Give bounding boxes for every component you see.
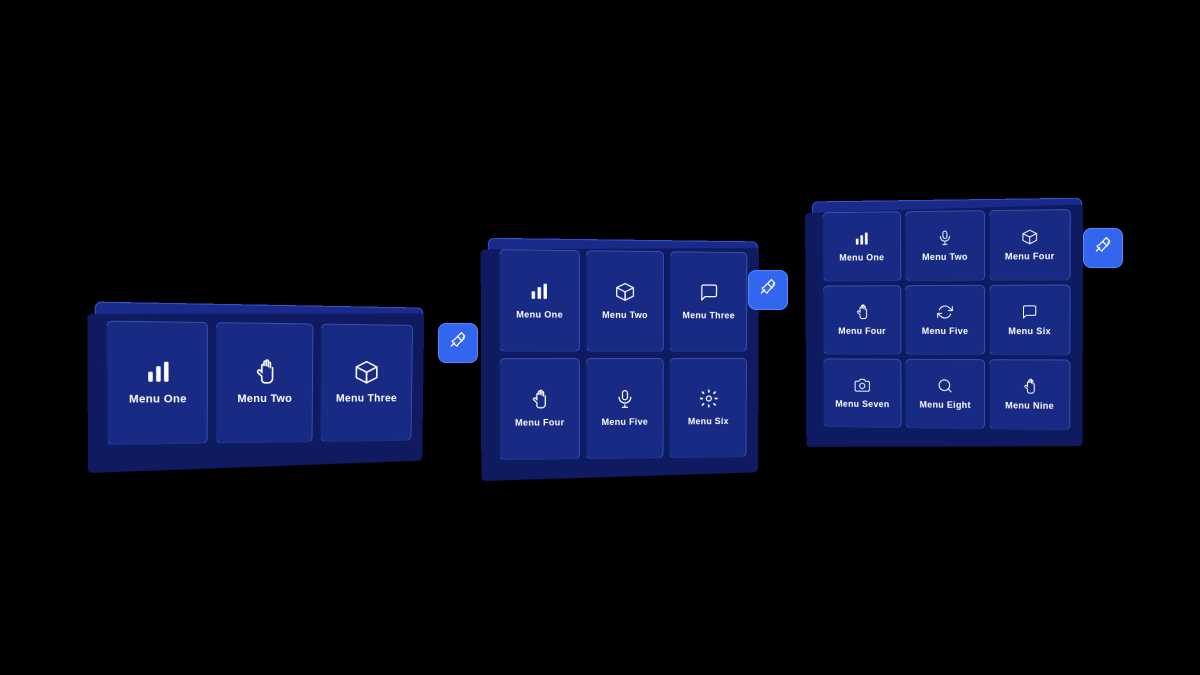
menu-tile-label-p2-menu1: Menu One [516,309,563,320]
menu-tile-label-p3-menu9: Menu Nine [1005,400,1054,411]
menu-tile-p2-menu1[interactable]: Menu One [499,249,579,352]
pin-button-2[interactable] [748,270,788,310]
chart-icon [144,358,171,389]
panel-2: Menu One Menu Two Menu Three Menu Four Menu … [488,238,758,472]
menu-tile-p2-menu4[interactable]: Menu Four [500,358,580,460]
panel-3: Menu One Menu Two Menu Four Menu Four Menu F… [812,198,1082,442]
menu-tile-label-p3-menu6: Menu Six [1008,326,1051,337]
menu-tile-p2-menu6[interactable]: Menu Six [670,358,747,458]
refresh-icon [937,304,953,324]
menu-tile-label-p1-menu2: Menu Two [237,393,292,406]
menu-tile-p1-menu2[interactable]: Menu Two [216,322,313,443]
pin-button-1[interactable] [438,323,478,363]
hand-icon [252,359,278,389]
menu-tile-label-p3-menu4: Menu Four [838,326,886,337]
menu-tile-p3-menu8[interactable]: Menu Eight [905,359,985,429]
chat-icon [1021,303,1037,323]
search-icon [937,377,953,397]
pin-icon-3 [1093,236,1113,261]
menu-tile-label-p1-menu3: Menu Three [336,393,397,406]
menu-tile-p1-menu1[interactable]: Menu One [107,320,209,444]
hand2-icon [1021,378,1037,398]
hand-icon [530,389,550,413]
chart-icon [854,230,870,250]
menu-tile-label-p2-menu6: Menu Six [688,416,729,427]
menu-tile-label-p3-menu2: Menu Two [922,251,968,262]
pin-button-3[interactable] [1083,228,1123,268]
menu-tile-p3-menu2[interactable]: Menu Two [905,210,985,281]
menu-tile-p3-menu1[interactable]: Menu One [823,211,902,281]
cube-icon [615,282,635,306]
chat-icon [699,283,719,307]
panel-1: Menu One Menu Two Menu Three [95,302,424,463]
menu-tile-p3-menu9[interactable]: Menu Nine [989,359,1070,430]
cube-icon [1022,228,1038,248]
pin-icon-1 [448,331,468,356]
menu-tile-label-p2-menu2: Menu Two [602,310,648,321]
menu-tile-label-p2-menu3: Menu Three [682,310,734,321]
menu-tile-p2-menu5[interactable]: Menu Five [586,358,664,459]
mic-icon [937,229,953,249]
cube-icon [354,359,379,388]
mic-icon [615,389,635,413]
menu-tile-label-p3-menu7: Menu Seven [835,398,889,409]
menu-tile-label-p3-menu1: Menu One [839,252,884,263]
chart-icon [529,281,549,305]
menu-tile-label-p1-menu1: Menu One [129,393,187,407]
menu-tile-p2-menu2[interactable]: Menu Two [586,250,665,352]
menu-tile-label-p2-menu5: Menu Five [602,417,649,428]
menu-tile-p3-menu5[interactable]: Menu Five [905,285,985,355]
scene: Menu OneMenu TwoMenu Three Menu OneMenu … [0,0,1200,675]
pin-icon-2 [758,278,778,303]
gear-icon [699,389,719,413]
menu-tile-label-p3-menu8: Menu Eight [920,399,971,410]
menu-tile-label-p3-menu5: Menu Five [922,326,969,337]
menu-tile-label-p3-menu3: Menu Four [1005,251,1055,262]
menu-tile-p1-menu3[interactable]: Menu Three [320,323,413,441]
menu-tile-p3-menu7[interactable]: Menu Seven [823,358,901,428]
camera-icon [854,377,870,397]
menu-tile-p3-menu4[interactable]: Menu Four [823,285,902,355]
menu-tile-p3-menu3[interactable]: Menu Four [989,209,1071,281]
menu-tile-label-p2-menu4: Menu Four [515,417,564,428]
menu-tile-p3-menu6[interactable]: Menu Six [989,284,1070,355]
hand-icon [854,304,870,324]
menu-tile-p2-menu3[interactable]: Menu Three [670,251,747,352]
